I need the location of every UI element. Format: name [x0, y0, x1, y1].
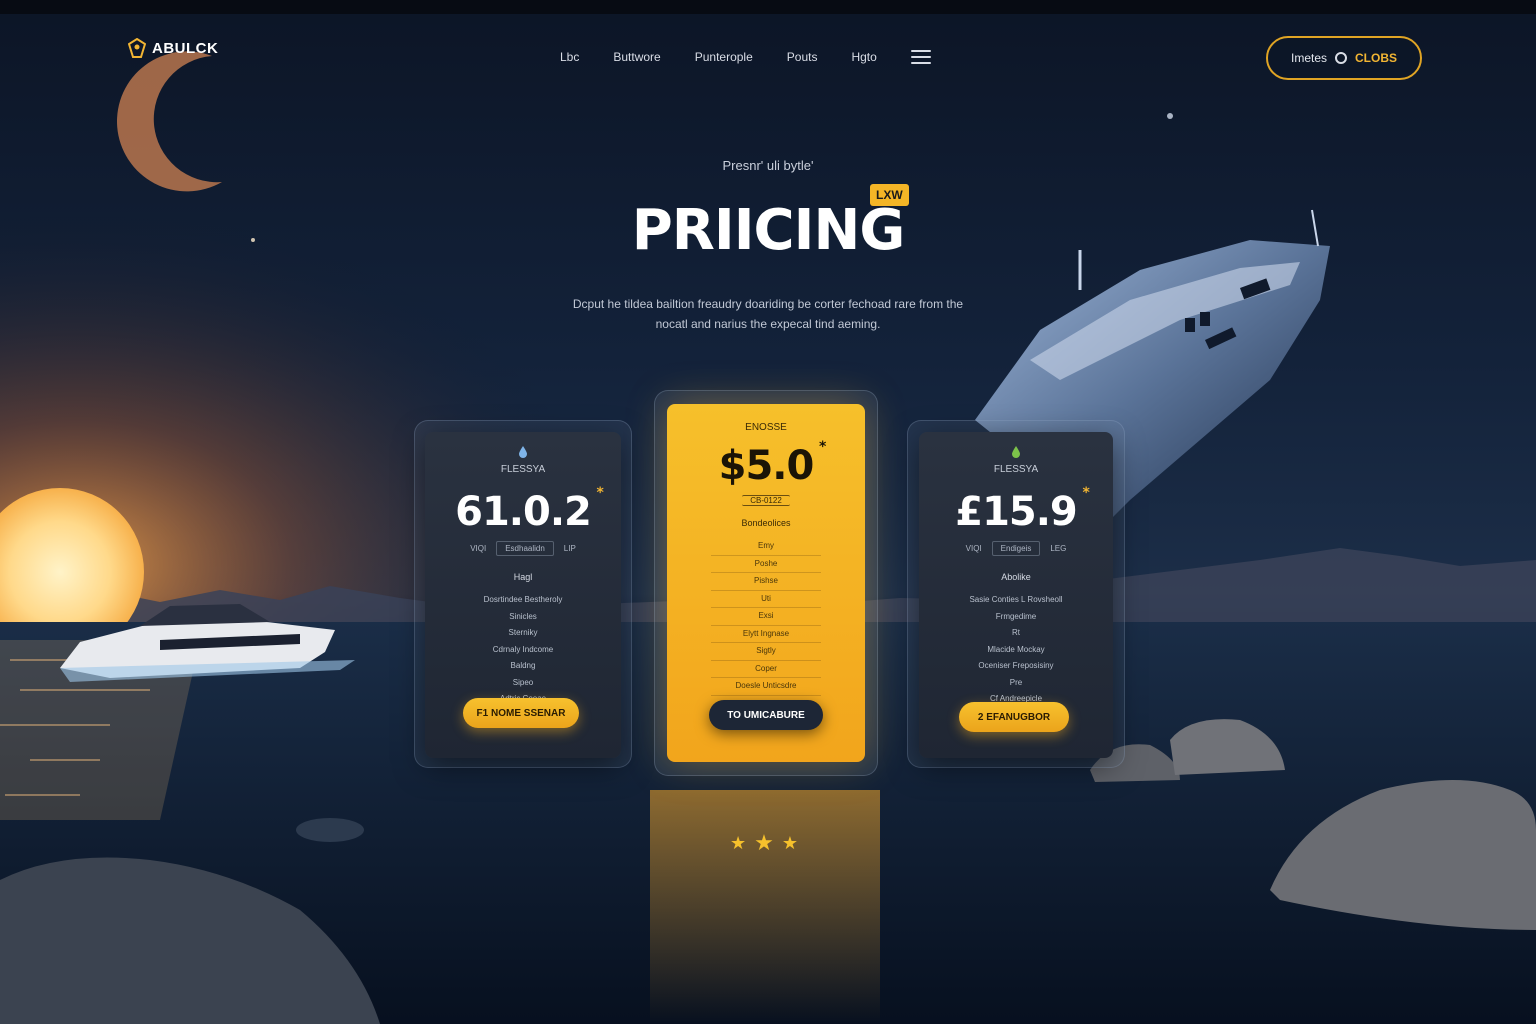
- plan-price-value: $5.0: [718, 443, 815, 489]
- plan-card-2: ENOSSE $5.0 * CB-0122 Bondeolices Emy Pos…: [667, 404, 865, 762]
- page-title: PRIICING: [631, 198, 906, 263]
- plan-2-cta-button[interactable]: TO UMICABURE: [709, 700, 823, 730]
- price-mark: *: [819, 439, 826, 455]
- plan-name: FLESSYA: [500, 464, 546, 475]
- feature-item: Sterniky: [508, 628, 538, 637]
- star-icon: ★: [730, 832, 747, 853]
- feature-list: Emy Poshe Pishse Uti Exsi Elytt Ingnase …: [711, 538, 821, 696]
- hero-title-wrap: PRIICING: [0, 198, 1536, 263]
- feature-item: Poshe: [711, 556, 821, 573]
- feature-item: Pre: [1009, 677, 1023, 687]
- header-cta-accent: CLOBS: [1355, 51, 1397, 65]
- feature-item: Exsi: [711, 608, 821, 626]
- star-icon: ★: [781, 832, 799, 853]
- price-sub-right: LIP: [563, 544, 576, 553]
- price-sub-box: Endigeis: [991, 541, 1041, 556]
- header-cta-label: Imetes: [1290, 51, 1327, 65]
- brand-logo[interactable]: ABULCK: [128, 38, 218, 58]
- rating-stars: ★ ★ ★: [730, 830, 798, 856]
- plan-3-cta-button[interactable]: 2 EFANUGBOR: [959, 702, 1069, 732]
- nav-item-5[interactable]: Hgto: [851, 50, 876, 64]
- plan-price-value: 61.0.2: [455, 489, 592, 535]
- plan-name: FLESSYA: [993, 464, 1039, 475]
- feature-heading: Abolike: [1001, 572, 1031, 582]
- price-sub-box: CB-0122: [742, 495, 790, 506]
- price-subline: VIQI Esdhaalidn LIP: [470, 541, 576, 556]
- feature-item: Uti: [711, 591, 821, 608]
- price-sub-left: VIQI: [470, 544, 487, 553]
- plan-price-value: £15.9: [955, 489, 1078, 535]
- price-mark: *: [596, 485, 604, 501]
- feature-list: Dosrtindee Bestheroly Sinicles Sterniky …: [484, 592, 563, 708]
- feature-item: Oceniser Freposisiny: [978, 661, 1054, 670]
- feature-item: Sigtly: [711, 643, 821, 661]
- feature-item: Mlacide Mockay: [987, 644, 1045, 654]
- power-icon: [1335, 52, 1347, 64]
- feature-item: Dosrtindee Bestheroly: [483, 595, 563, 604]
- feature-item: Cdrnaly Indcome: [492, 644, 554, 654]
- plan-card-3: FLESSYA £15.9 * VIQI Endigeis LEG Abolike…: [919, 432, 1113, 758]
- feature-item: Sipeo: [512, 677, 534, 687]
- feature-item: Pishse: [711, 573, 821, 591]
- header-cta-button[interactable]: Imetes CLOBS: [1266, 36, 1422, 80]
- star-icon: ★: [754, 830, 774, 855]
- plan-card-1: FLESSYA 61.0.2 * VIQI Esdhaalidn LIP Hagl…: [425, 432, 621, 758]
- feature-item: Emy: [711, 538, 821, 556]
- plan-price: 61.0.2 *: [455, 485, 604, 535]
- feature-item: Frmgedime: [995, 611, 1037, 621]
- hero-eyebrow: Presnr' uli bytle': [722, 158, 814, 173]
- feature-heading: Hagl: [513, 572, 533, 582]
- nav-item-4[interactable]: Pouts: [787, 50, 818, 64]
- hero-subtitle: Dcput he tildea bailtion freaudry doarid…: [572, 297, 964, 331]
- main-nav: Lbc Buttwore Punterople Pouts Hgto: [560, 50, 931, 64]
- plan-price: £15.9 *: [955, 485, 1090, 535]
- plan-name: ENOSSE: [745, 422, 787, 433]
- brand-name: ABULCK: [152, 39, 219, 57]
- feature-item: Baldng: [510, 661, 536, 670]
- price-mark: *: [1082, 485, 1089, 501]
- feature-item: Elytt Ingnase: [711, 626, 821, 643]
- price-sub-left: VIQI: [965, 544, 982, 553]
- feature-item: Doesle Unticsdre: [711, 678, 821, 696]
- feature-item: Rt: [1012, 628, 1020, 637]
- logo-icon: [128, 38, 146, 58]
- feature-item: Sasie Conties L Rovsheoll: [969, 595, 1063, 604]
- feature-list: Sasie Conties L Rovsheoll Frmgedime Rt M…: [969, 592, 1062, 708]
- window-top-bar: [0, 0, 1536, 14]
- feature-item: Sinicles: [509, 611, 537, 621]
- feature-heading: Bondeolices: [741, 518, 791, 528]
- price-subline: VIQI Endigeis LEG: [965, 541, 1067, 556]
- price-sub-right: LEG: [1050, 544, 1067, 553]
- price-sub-box: Esdhaalidn: [496, 541, 554, 556]
- plan-price: $5.0 *: [718, 439, 827, 489]
- feature-item: Coper: [711, 661, 821, 678]
- water-drop-icon: [519, 446, 527, 458]
- nav-item-2[interactable]: Buttwore: [613, 50, 660, 64]
- price-subline: CB-0122: [742, 495, 790, 506]
- title-badge: LXW: [870, 184, 909, 206]
- hamburger-icon[interactable]: [910, 50, 931, 64]
- plan-1-cta-button[interactable]: F1 NOME SSENAR: [463, 698, 579, 728]
- nav-item-3[interactable]: Punterople: [695, 50, 753, 64]
- leaf-drop-icon: [1012, 446, 1020, 458]
- nav-item-1[interactable]: Lbc: [560, 50, 579, 64]
